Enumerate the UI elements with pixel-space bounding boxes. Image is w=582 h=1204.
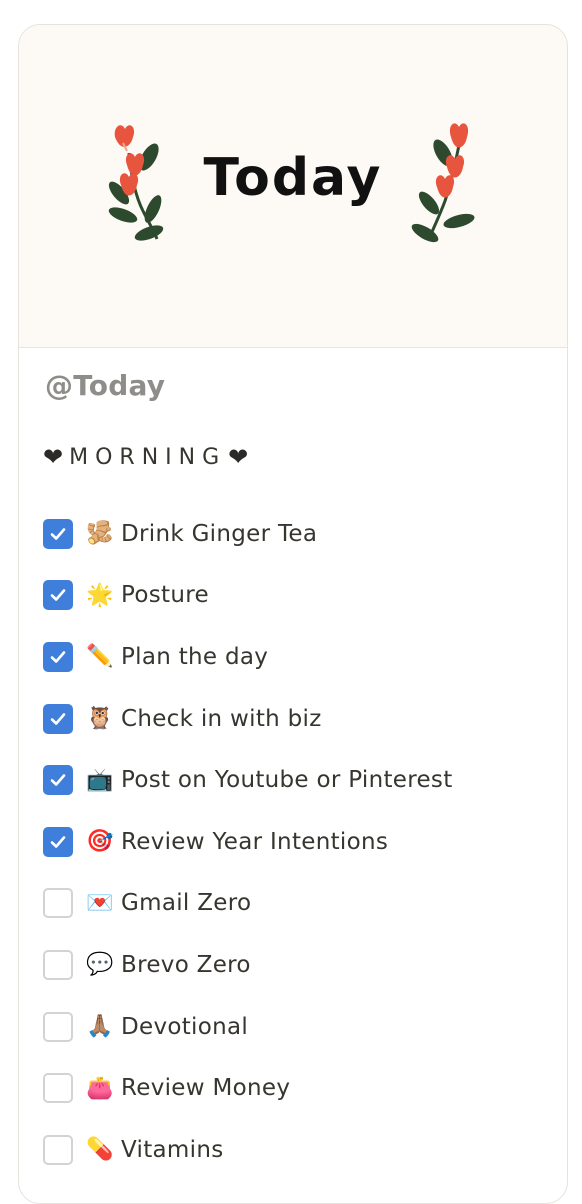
- todo-label[interactable]: Devotional: [121, 1014, 248, 1040]
- todo-checkbox-checked[interactable]: [43, 580, 73, 611]
- todo-item: ✏️ Plan the day: [43, 626, 453, 688]
- todo-item: 🌟 Posture: [43, 565, 453, 627]
- cover-illustration: Today: [108, 123, 475, 243]
- todo-item: 🫚 Drink Ginger Tea: [43, 503, 453, 565]
- todo-label[interactable]: Drink Ginger Tea: [121, 521, 317, 547]
- todo-label[interactable]: Vitamins: [121, 1137, 224, 1163]
- todo-label[interactable]: Review Year Intentions: [121, 829, 388, 855]
- todo-checkbox-checked[interactable]: [43, 641, 73, 672]
- todo-item: 🙏🏽 Devotional: [43, 996, 453, 1058]
- target-icon: 🎯: [86, 829, 114, 855]
- checkmark-icon: [50, 774, 66, 786]
- left-flower-sprig-icon: [108, 125, 164, 241]
- ginger-icon: 🫚: [86, 521, 114, 547]
- owl-icon: 🦉: [86, 706, 114, 732]
- cover-title: Today: [204, 148, 383, 208]
- star-icon: 🌟: [86, 582, 114, 608]
- todo-label[interactable]: Plan the day: [121, 644, 268, 670]
- todo-label[interactable]: Post on Youtube or Pinterest: [121, 767, 453, 793]
- checkmark-icon: [50, 527, 66, 540]
- todo-item: 🎯 Review Year Intentions: [43, 811, 453, 873]
- todo-label[interactable]: Posture: [121, 582, 209, 608]
- page-card: Today @Today ❤ MORNING ❤ 🫚 Drink Ginger T…: [18, 24, 568, 1204]
- todo-label[interactable]: Gmail Zero: [121, 890, 251, 916]
- todo-item: 👛 Review Money: [43, 1057, 453, 1119]
- todo-item: 🦉 Check in with biz: [43, 688, 453, 750]
- pencil-icon: ✏️: [86, 644, 114, 670]
- todo-checkbox-unchecked[interactable]: [43, 949, 73, 980]
- speech-bubble-icon: 💬: [86, 952, 114, 978]
- checkmark-icon: [50, 589, 66, 602]
- heart-right-icon: ❤: [228, 443, 249, 471]
- section-heading-morning: ❤ MORNING ❤: [43, 443, 248, 471]
- todo-checkbox-unchecked[interactable]: [43, 888, 73, 919]
- todo-item: 📺 Post on Youtube or Pinterest: [43, 749, 453, 811]
- todo-label[interactable]: Brevo Zero: [121, 952, 251, 978]
- todo-list: 🫚 Drink Ginger Tea 🌟 Posture ✏️ Plan the day 🦉…: [43, 503, 453, 1181]
- television-icon: 📺: [86, 767, 114, 793]
- checkmark-icon: [50, 651, 66, 663]
- checkmark-icon: [50, 835, 66, 848]
- page-cover-image[interactable]: Today: [19, 25, 567, 348]
- todo-item: 💊 Vitamins: [43, 1119, 453, 1181]
- page-mention-link[interactable]: @Today: [45, 369, 165, 402]
- todo-label[interactable]: Check in with biz: [121, 706, 322, 732]
- section-title: MORNING: [69, 444, 227, 470]
- right-flower-sprig-icon: [411, 123, 475, 243]
- pill-icon: 💊: [86, 1137, 114, 1163]
- todo-checkbox-checked[interactable]: [43, 826, 73, 857]
- love-letter-icon: 💌: [86, 890, 114, 916]
- checkmark-icon: [50, 712, 66, 725]
- heart-left-icon: ❤: [43, 443, 64, 471]
- todo-checkbox-checked[interactable]: [43, 703, 73, 734]
- todo-checkbox-checked[interactable]: [43, 518, 73, 549]
- praying-hands-icon: 🙏🏽: [86, 1014, 114, 1040]
- todo-item: 💌 Gmail Zero: [43, 873, 453, 935]
- todo-checkbox-unchecked[interactable]: [43, 1073, 73, 1104]
- todo-checkbox-checked[interactable]: [43, 765, 73, 796]
- purse-icon: 👛: [86, 1075, 114, 1101]
- todo-item: 💬 Brevo Zero: [43, 934, 453, 996]
- todo-checkbox-unchecked[interactable]: [43, 1134, 73, 1165]
- todo-checkbox-unchecked[interactable]: [43, 1011, 73, 1042]
- todo-label[interactable]: Review Money: [121, 1075, 290, 1101]
